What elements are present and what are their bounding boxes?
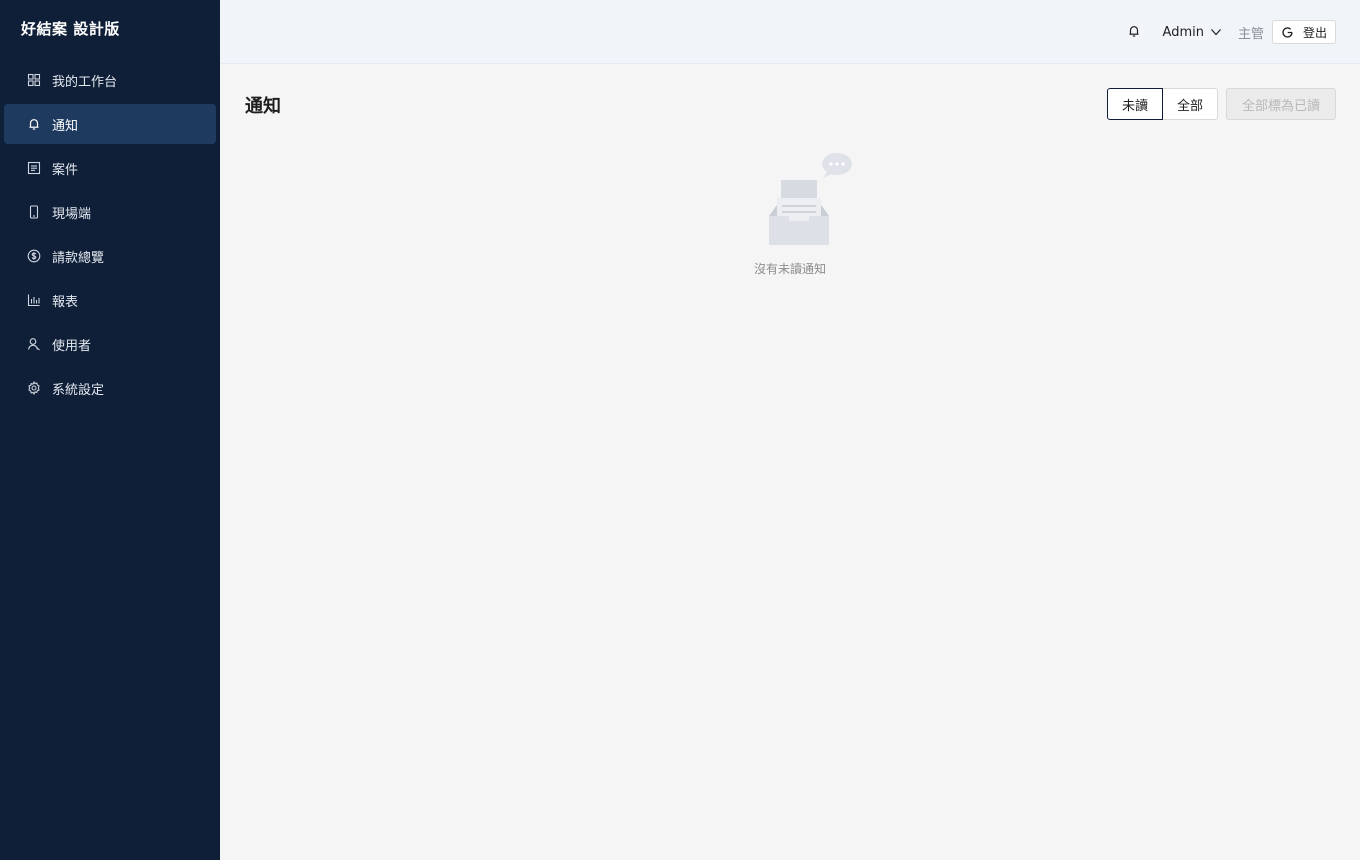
bell-icon <box>27 117 41 131</box>
sidebar-nav: 我的工作台 通知 案件 現場端 請款總覽 報表 使用者 系統設定 <box>0 60 220 408</box>
sidebar-item-users[interactable]: 使用者 <box>4 324 216 364</box>
notification-toolbar: 未讀 全部 全部標為已讀 <box>1106 88 1336 120</box>
mark-all-read-button[interactable]: 全部標為已讀 <box>1225 88 1336 120</box>
sidebar-item-reports[interactable]: 報表 <box>4 280 216 320</box>
dollar-circle-icon <box>27 249 41 263</box>
sidebar-item-label: 通知 <box>52 118 79 134</box>
sidebar-item-billing[interactable]: 請款總覽 <box>4 236 216 276</box>
user-menu[interactable]: Admin <box>1163 25 1222 40</box>
sidebar-item-label: 現場端 <box>52 206 92 222</box>
sidebar-item-label: 案件 <box>52 162 79 178</box>
sidebar-item-field[interactable]: 現場端 <box>4 192 216 232</box>
sidebar: 好結案 設計版 我的工作台 通知 案件 現場端 請款總覽 報表 使用者 系統設定 <box>0 0 220 860</box>
app-brand: 好結案 設計版 <box>21 20 120 38</box>
grid-icon <box>27 73 41 87</box>
gear-icon <box>27 381 41 395</box>
sidebar-item-label: 請款總覽 <box>52 250 105 266</box>
sidebar-item-workbench[interactable]: 我的工作台 <box>4 60 216 100</box>
chevron-down-icon <box>1210 26 1222 38</box>
user-name: Admin <box>1162 24 1204 40</box>
filter-segmented-control: 未讀 全部 <box>1106 88 1218 120</box>
top-header: Admin 主管 登出 <box>220 0 1360 64</box>
bell-icon <box>1127 23 1141 42</box>
logout-button[interactable]: 登出 <box>1271 20 1336 44</box>
sidebar-item-label: 系統設定 <box>52 382 105 398</box>
sidebar-item-label: 使用者 <box>52 338 92 354</box>
page-title: 通知 <box>245 96 281 117</box>
empty-state: 沒有未讀通知 <box>220 150 1360 277</box>
logout-label: 登出 <box>1302 25 1327 40</box>
sidebar-item-cases[interactable]: 案件 <box>4 148 216 188</box>
file-list-icon <box>27 161 41 175</box>
filter-all-button[interactable]: 全部 <box>1162 88 1218 120</box>
google-icon <box>1281 26 1294 39</box>
header-actions: Admin 主管 登出 <box>1125 0 1336 64</box>
empty-inbox-icon <box>749 150 859 250</box>
empty-state-text: 沒有未讀通知 <box>753 262 826 276</box>
user-role: 主管 <box>1237 26 1264 42</box>
main-content: 通知 未讀 全部 全部標為已讀 沒有未讀通知 <box>220 64 1360 860</box>
bar-chart-icon <box>27 293 41 307</box>
filter-unread-button[interactable]: 未讀 <box>1106 88 1163 120</box>
user-icon <box>27 337 41 351</box>
sidebar-item-label: 我的工作台 <box>52 74 118 90</box>
sidebar-item-notifications[interactable]: 通知 <box>4 104 216 144</box>
notification-bell-button[interactable] <box>1125 23 1143 41</box>
sidebar-item-settings[interactable]: 系統設定 <box>4 368 216 408</box>
mobile-icon <box>27 205 41 219</box>
sidebar-item-label: 報表 <box>52 294 79 310</box>
